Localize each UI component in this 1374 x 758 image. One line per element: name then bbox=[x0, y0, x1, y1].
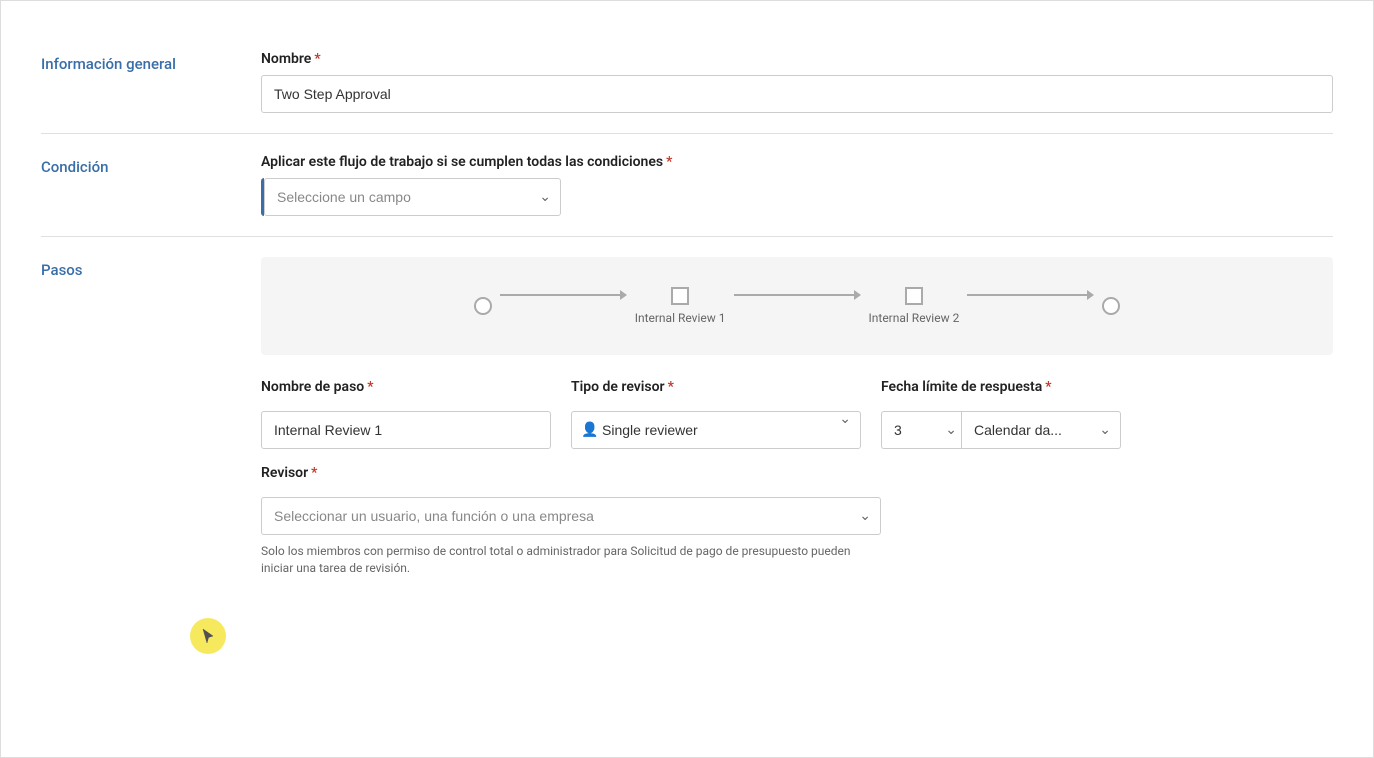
tipo-revisor-select[interactable]: Single reviewer Multiple reviewers bbox=[571, 411, 861, 449]
section-content-general: Nombre* bbox=[261, 51, 1333, 113]
steps-diagram: Internal Review 1 Internal Review 2 bbox=[261, 257, 1333, 355]
fecha-num-select[interactable]: 1 2 3 4 5 bbox=[881, 411, 961, 449]
condicion-select-wrapper: Seleccione un campo ⌄ bbox=[261, 178, 561, 216]
section-content-condicion: Aplicar este flujo de trabajo si se cump… bbox=[261, 154, 1333, 216]
step-1-node[interactable]: Internal Review 1 bbox=[635, 287, 726, 325]
nombre-field-label: Nombre* bbox=[261, 51, 1333, 67]
fecha-cal-wrapper: Calendar da... Business days ⌄ bbox=[961, 411, 1121, 449]
step-end-node bbox=[1102, 297, 1120, 315]
step-start-circle bbox=[474, 297, 492, 315]
col-nombre-paso: Nombre de paso* bbox=[261, 379, 551, 449]
step-arrow-2 bbox=[734, 290, 861, 300]
arrow-head-3 bbox=[1087, 290, 1094, 300]
col-fecha: Fecha límite de respuesta* 1 2 3 4 5 ⌄ bbox=[881, 379, 1171, 449]
step-start-node bbox=[474, 297, 492, 315]
tipo-revisor-label: Tipo de revisor* bbox=[571, 379, 861, 395]
revisor-select[interactable]: Seleccionar un usuario, una función o un… bbox=[261, 497, 881, 535]
section-label-condicion: Condición bbox=[41, 154, 261, 176]
fecha-num-wrapper: 1 2 3 4 5 ⌄ bbox=[881, 411, 961, 449]
fecha-label: Fecha límite de respuesta* bbox=[881, 379, 1171, 395]
step-2-label: Internal Review 2 bbox=[869, 311, 960, 325]
section-label-general: Información general bbox=[41, 51, 261, 73]
section-condicion: Condición Aplicar este flujo de trabajo … bbox=[41, 134, 1333, 237]
step-1-square bbox=[671, 287, 689, 305]
revisor-label: Revisor* bbox=[261, 465, 1333, 481]
fecha-cal-select[interactable]: Calendar da... Business days bbox=[961, 411, 1121, 449]
step-2-square bbox=[905, 287, 923, 305]
arrow-head-1 bbox=[620, 290, 627, 300]
col-tipo-revisor: Tipo de revisor* 👤 Single reviewer Multi… bbox=[571, 379, 861, 449]
step-line-3 bbox=[967, 294, 1087, 296]
step-arrow-1 bbox=[500, 290, 627, 300]
step-line-2 bbox=[734, 294, 854, 296]
nombre-paso-label: Nombre de paso* bbox=[261, 379, 551, 395]
nombre-input[interactable] bbox=[261, 75, 1333, 113]
steps-flow: Internal Review 1 Internal Review 2 bbox=[281, 287, 1313, 325]
tipo-revisor-select-wrapper: 👤 Single reviewer Multiple reviewers ⌄ bbox=[571, 411, 861, 449]
section-general: Información general Nombre* bbox=[41, 31, 1333, 134]
step-arrow-3 bbox=[967, 290, 1094, 300]
step-2-node[interactable]: Internal Review 2 bbox=[869, 287, 960, 325]
fecha-row: 1 2 3 4 5 ⌄ Calendar da... Busines bbox=[881, 411, 1171, 449]
step-1-label: Internal Review 1 bbox=[635, 311, 726, 325]
condicion-field-label: Aplicar este flujo de trabajo si se cump… bbox=[261, 154, 1333, 170]
step-end-circle bbox=[1102, 297, 1120, 315]
condicion-select[interactable]: Seleccione un campo bbox=[264, 178, 561, 216]
nombre-paso-input[interactable] bbox=[261, 411, 551, 449]
arrow-head-2 bbox=[854, 290, 861, 300]
reviewer-row: Revisor* Seleccionar un usuario, una fun… bbox=[261, 465, 1333, 577]
revisor-helper-text: Solo los miembros con permiso de control… bbox=[261, 543, 881, 577]
page-container: Información general Nombre* Condición Ap… bbox=[0, 0, 1374, 758]
section-content-pasos: Internal Review 1 Internal Review 2 bbox=[261, 257, 1333, 577]
section-pasos: Pasos Internal Revi bbox=[41, 237, 1333, 597]
section-label-pasos: Pasos bbox=[41, 257, 261, 279]
step-form: Nombre de paso* Tipo de revisor* 👤 Singl… bbox=[261, 379, 1333, 449]
revisor-select-wrapper: Seleccionar un usuario, una función o un… bbox=[261, 497, 881, 535]
step-line-1 bbox=[500, 294, 620, 296]
